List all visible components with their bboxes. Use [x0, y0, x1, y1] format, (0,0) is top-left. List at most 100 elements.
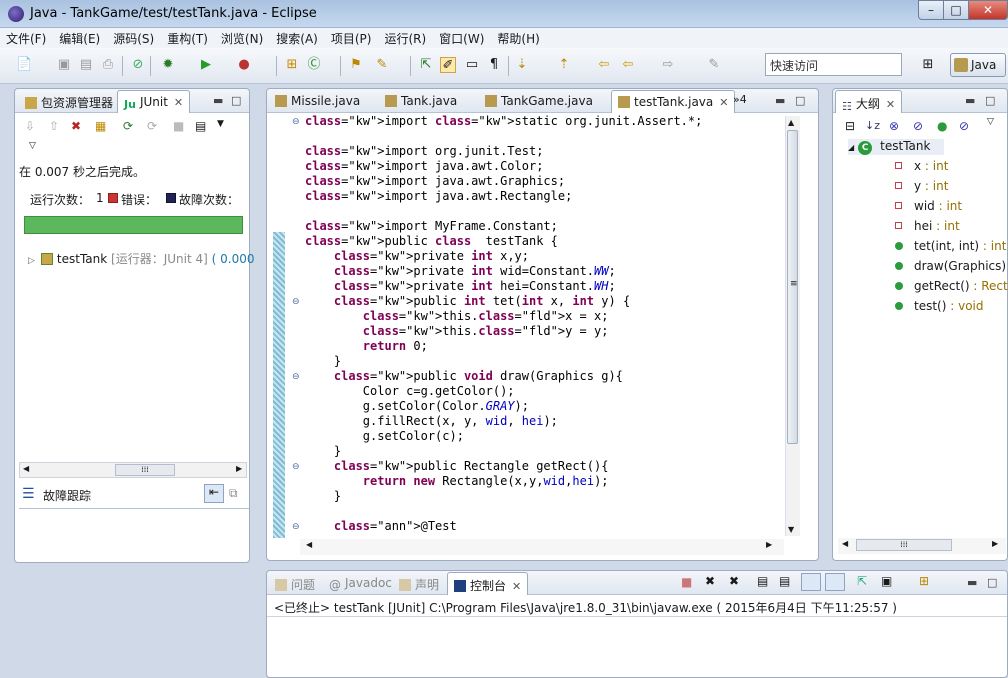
menu-run[interactable]: 运行(R): [384, 30, 426, 47]
toggle-breadcrumb-icon[interactable]: ⇱: [418, 57, 434, 73]
outline-item[interactable]: x : int: [895, 159, 948, 173]
scroll-down-icon[interactable]: ▼: [788, 525, 794, 534]
remove-launch-icon[interactable]: ✖: [705, 574, 715, 588]
outline-item[interactable]: test() : void: [895, 299, 984, 313]
tab-console[interactable]: 控制台 ✕: [447, 572, 529, 595]
quick-access-input[interactable]: 快速访问: [765, 53, 902, 76]
failures-only-icon[interactable]: ✖: [71, 119, 81, 133]
outline-horizontal-scrollbar[interactable]: ◀ ⁞⁞⁞ ▶: [838, 538, 1006, 554]
minimize-view-icon[interactable]: ▬: [213, 94, 223, 107]
tab-package-explorer[interactable]: 包资源管理器: [19, 90, 119, 113]
debug-icon[interactable]: ✹: [160, 57, 176, 73]
open-type-icon[interactable]: ⚑: [348, 57, 364, 73]
fold-toggle-icon[interactable]: ⊖: [292, 522, 300, 532]
fold-toggle-icon[interactable]: ⊖: [292, 462, 300, 472]
menu-navigate[interactable]: 浏览(N): [221, 30, 263, 47]
maximize-view-icon[interactable]: □: [985, 94, 995, 107]
rerun-icon[interactable]: ⟳: [123, 119, 133, 133]
new-package-icon[interactable]: ⊞: [284, 57, 300, 73]
history-dropdown-icon[interactable]: ▼: [217, 119, 224, 129]
skip-breakpoints-icon[interactable]: ⊘: [130, 57, 146, 73]
save-icon[interactable]: ▣: [56, 57, 72, 73]
hide-nonpublic-icon[interactable]: ●: [937, 119, 947, 133]
tab-testtank-java[interactable]: testTank.java ✕: [611, 90, 736, 113]
clear-console-icon[interactable]: ▤: [757, 574, 768, 588]
test-tree-item[interactable]: ▷ testTank [运行器：JUnit 4] ( 0.000: [28, 250, 255, 267]
scroll-lock-icon[interactable]: ▦: [95, 119, 106, 133]
tab-declaration[interactable]: 声明: [393, 572, 445, 595]
rerun-failed-icon[interactable]: ⟳: [147, 119, 157, 133]
close-icon[interactable]: ✕: [512, 580, 521, 593]
hide-fields-icon[interactable]: ⊗: [889, 119, 899, 133]
new-class-icon[interactable]: Ⓒ: [306, 57, 322, 73]
open-console-icon[interactable]: ⊞: [919, 574, 929, 588]
show-console-icon[interactable]: [825, 573, 845, 591]
pin-console-icon[interactable]: ⇱: [857, 574, 867, 588]
run-icon[interactable]: ▶: [198, 57, 214, 73]
back-icon[interactable]: ⇦: [620, 57, 636, 73]
scroll-left-icon[interactable]: ◀: [23, 464, 29, 473]
prev-annotation-icon[interactable]: ⇡: [556, 57, 572, 73]
show-whitespace-icon[interactable]: ¶: [486, 57, 502, 73]
minimize-view-icon[interactable]: ▬: [775, 94, 785, 107]
menu-edit[interactable]: 编辑(E): [59, 30, 100, 47]
scroll-right-icon[interactable]: ▶: [766, 540, 772, 549]
sort-icon[interactable]: ↓z: [865, 119, 880, 132]
scroll-right-icon[interactable]: ▶: [992, 539, 998, 548]
fold-toggle-icon[interactable]: ⊖: [292, 372, 300, 382]
menu-project[interactable]: 项目(P): [331, 30, 372, 47]
outline-class-row[interactable]: ◢ CtestTank: [848, 139, 944, 155]
tab-javadoc[interactable]: @ Javadoc: [323, 572, 398, 595]
tab-problems[interactable]: 问题: [269, 572, 321, 595]
history-icon[interactable]: ▤: [195, 119, 206, 133]
pin-editor-icon[interactable]: ✎: [706, 57, 722, 73]
word-wrap-icon[interactable]: [801, 573, 821, 591]
tab-missile-java[interactable]: Missile.java: [269, 90, 366, 113]
menu-search[interactable]: 搜索(A): [276, 30, 318, 47]
forward-icon[interactable]: ⇨: [660, 57, 676, 73]
scroll-left-icon[interactable]: ◀: [306, 540, 312, 549]
maximize-view-icon[interactable]: □: [231, 94, 241, 107]
tab-junit[interactable]: Ju JUnit ✕: [117, 90, 191, 113]
close-button[interactable]: ✕: [968, 0, 1008, 20]
menu-window[interactable]: 窗口(W): [439, 30, 484, 47]
new-icon[interactable]: 📄: [16, 57, 32, 73]
menu-help[interactable]: 帮助(H): [497, 30, 539, 47]
open-perspective-icon[interactable]: ⊞: [920, 57, 936, 73]
prev-failure-icon[interactable]: ⇧: [49, 119, 59, 133]
print-icon[interactable]: ⎙: [100, 57, 116, 73]
view-menu-icon[interactable]: ▽: [29, 141, 36, 151]
menu-refactor[interactable]: 重构(T): [167, 30, 208, 47]
maximize-view-icon[interactable]: □: [795, 94, 805, 107]
filter-trace-icon[interactable]: ⇤: [204, 484, 224, 503]
minimize-button[interactable]: –: [918, 0, 944, 20]
next-failure-icon[interactable]: ⇩: [25, 119, 35, 133]
tab-tank-java[interactable]: Tank.java: [379, 90, 463, 113]
editor-scrollbar-thumb[interactable]: ≡: [787, 130, 798, 444]
maximize-view-icon[interactable]: □: [987, 576, 997, 589]
fold-toggle-icon[interactable]: ⊖: [292, 297, 300, 307]
close-icon[interactable]: ✕: [886, 98, 895, 111]
outline-item[interactable]: getRect() : Rect: [895, 279, 1008, 293]
scrollbar-thumb[interactable]: ⁞⁞⁞: [856, 539, 952, 551]
fold-toggle-icon[interactable]: ⊖: [292, 117, 300, 127]
scroll-right-icon[interactable]: ▶: [236, 464, 242, 473]
compare-result-icon[interactable]: ⧉: [229, 486, 238, 501]
scrollbar-thumb[interactable]: ⁞⁞⁞: [115, 464, 175, 476]
scroll-lock-icon[interactable]: ▤: [779, 574, 790, 588]
minimize-view-icon[interactable]: ▬: [967, 576, 977, 589]
view-menu-icon[interactable]: ▽: [987, 117, 994, 127]
scroll-left-icon[interactable]: ◀: [842, 539, 848, 548]
hide-local-types-icon[interactable]: ⊘: [959, 119, 969, 133]
code-editor[interactable]: class="kw">import class="kw">static org.…: [305, 114, 702, 534]
outline-item[interactable]: draw(Graphics) : void: [895, 259, 1008, 273]
tab-tankgame-java[interactable]: TankGame.java: [479, 90, 599, 113]
hide-static-icon[interactable]: ⊘: [913, 119, 923, 133]
editor-horizontal-scrollbar[interactable]: ◀ ▶: [300, 539, 784, 555]
outline-item[interactable]: wid : int: [895, 199, 962, 213]
scroll-up-icon[interactable]: ▲: [788, 118, 794, 127]
horizontal-scrollbar[interactable]: ◀ ⁞⁞⁞ ▶: [19, 462, 247, 478]
outline-item[interactable]: y : int: [895, 179, 948, 193]
stop-icon[interactable]: ■: [173, 119, 184, 133]
collapse-all-icon[interactable]: ⊟: [845, 119, 855, 133]
